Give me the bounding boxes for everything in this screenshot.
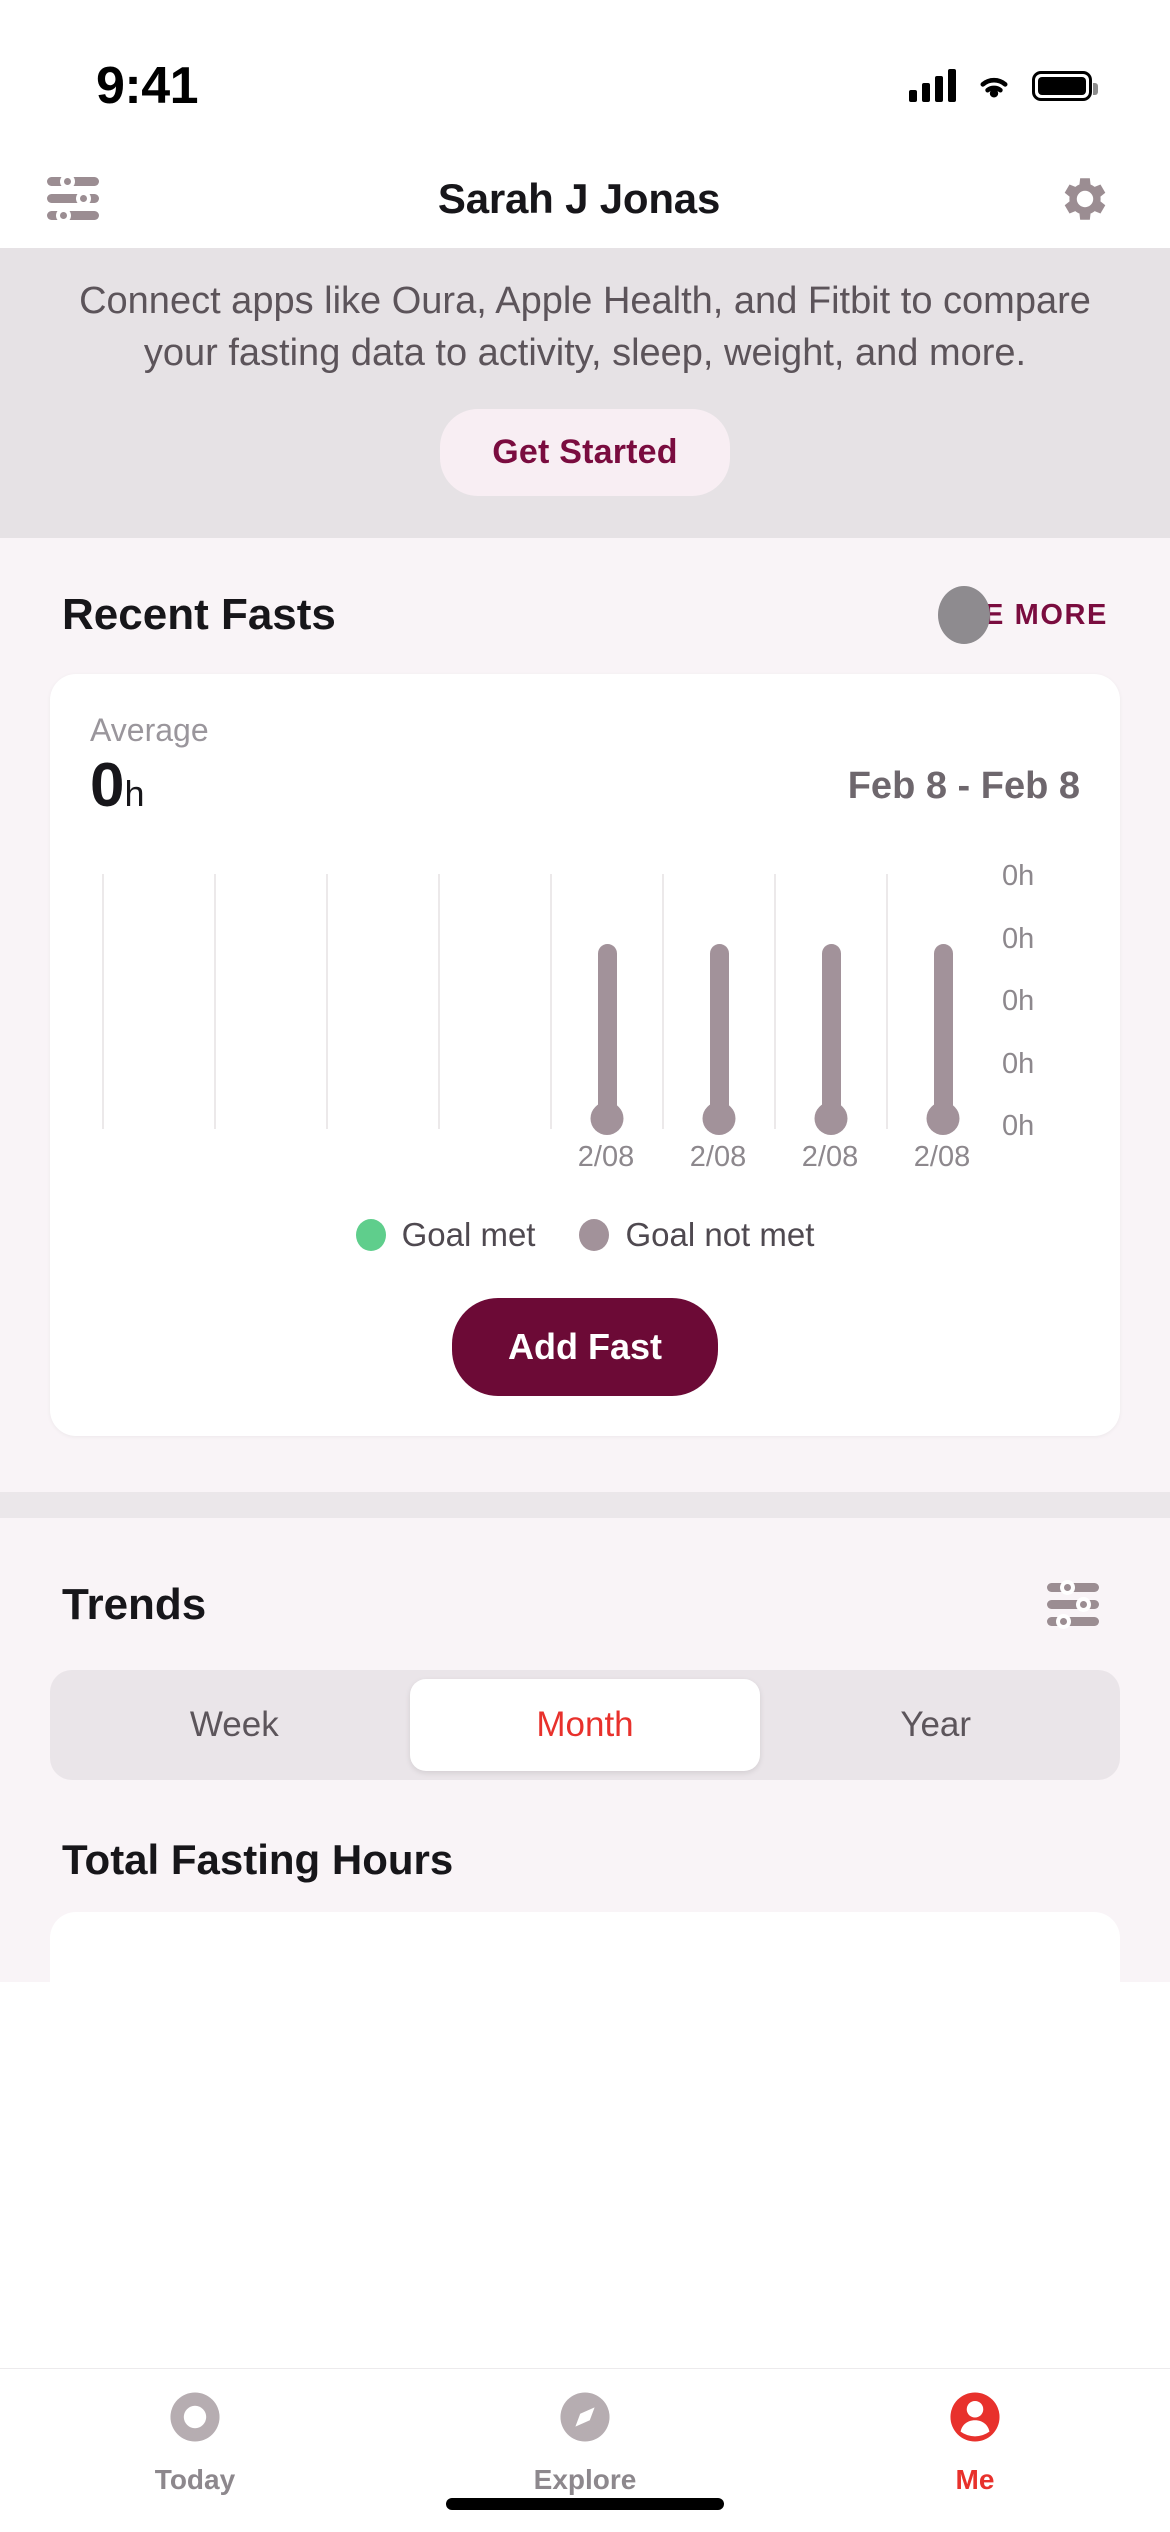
chart-bar-cap: [702, 1102, 736, 1136]
trends-filter-sliders-icon[interactable]: [1038, 1570, 1108, 1640]
trends-title: Trends: [62, 1580, 207, 1630]
chart-y-tick: 0h: [1002, 860, 1035, 893]
content-area: Recent Fasts SEE MORE Average 0h Feb 8 -…: [0, 538, 1170, 1983]
chart-x-tick: 2/08: [577, 1141, 635, 1174]
banner-description: Connect apps like Oura, Apple Health, an…: [79, 280, 1091, 374]
legend-dot-icon: [355, 1219, 386, 1252]
chart-y-tick: 0h: [1002, 1047, 1035, 1080]
legend-label: Goal met: [401, 1216, 536, 1254]
range-option-week[interactable]: Week: [59, 1679, 410, 1771]
chart-bar-cap: [926, 1102, 960, 1136]
chart-bar-cap: [590, 1102, 624, 1136]
legend-item: Goal not met: [579, 1216, 814, 1254]
chart-bar-cap: [814, 1102, 848, 1136]
status-bar-time: 9:41: [96, 57, 199, 115]
tab-label: Me: [955, 2464, 995, 2495]
chart-bar[interactable]: [814, 944, 848, 1136]
chart-x-tick: [438, 1141, 550, 1174]
total-fasting-hours-title: Total Fasting Hours: [62, 1836, 454, 1884]
tab-label: Today: [154, 2464, 236, 2495]
tab-me[interactable]: Me: [780, 2385, 1170, 2496]
chart-plot-area: [102, 874, 998, 1136]
recent-fasts-chart[interactable]: 0h 0h 0h 0h 0h: [102, 860, 1080, 1142]
chart-y-axis-labels: 0h 0h 0h 0h 0h: [1002, 860, 1080, 1143]
chart-slot[interactable]: [886, 874, 998, 1136]
recent-fasts-card: Average 0h Feb 8 - Feb 8 0h 0h 0h 0h 0h 2/08…: [50, 674, 1120, 1437]
section-divider: [0, 1492, 1170, 1519]
tab-explore[interactable]: Explore: [390, 2385, 780, 2496]
page-title: Sarah J Jonas: [437, 175, 721, 222]
chart-slot[interactable]: [326, 874, 438, 1130]
status-bar-indicators: [909, 69, 1098, 102]
legend-item: Goal met: [355, 1216, 536, 1254]
date-range-label: Feb 8 - Feb 8: [847, 765, 1080, 808]
average-number: 0: [90, 751, 125, 821]
chart-bar[interactable]: [702, 944, 736, 1136]
chart-x-tick: 2/08: [801, 1141, 859, 1174]
recent-fasts-title: Recent Fasts: [62, 590, 336, 640]
range-option-month[interactable]: Month: [409, 1679, 761, 1772]
chart-bar[interactable]: [590, 944, 624, 1136]
wifi-icon: [980, 77, 1008, 98]
trends-header: Trends: [0, 1518, 1170, 1640]
chart-slot[interactable]: [102, 874, 214, 1130]
average-unit: h: [124, 773, 145, 815]
see-more-container[interactable]: SEE MORE: [938, 586, 1108, 645]
recent-fasts-header: Recent Fasts SEE MORE: [0, 538, 1170, 645]
add-fast-button[interactable]: Add Fast: [451, 1298, 718, 1397]
card-summary: Average 0h Feb 8 - Feb 8: [90, 712, 1080, 818]
tab-today[interactable]: Today: [0, 2385, 390, 2496]
range-option-year[interactable]: Year: [760, 1679, 1111, 1771]
chart-y-tick: 0h: [1002, 985, 1035, 1018]
average-value: 0h: [90, 753, 209, 818]
chart-slot[interactable]: [214, 874, 326, 1130]
average-block: Average 0h: [90, 712, 209, 818]
chart-x-tick: 2/08: [913, 1141, 971, 1174]
chart-x-tick: [326, 1141, 438, 1174]
legend-label: Goal not met: [625, 1216, 815, 1254]
chart-y-tick: 0h: [1002, 922, 1035, 955]
legend-dot-icon: [579, 1219, 610, 1252]
sliders-icon[interactable]: [38, 164, 108, 234]
chart-legend: Goal met Goal not met: [90, 1216, 1080, 1254]
navigation-bar: Sarah J Jonas: [0, 150, 1170, 248]
battery-full-icon: [1032, 71, 1098, 101]
ring-icon: [163, 2385, 227, 2454]
chart-bar[interactable]: [926, 944, 960, 1136]
signal-bars-icon: [909, 69, 956, 102]
total-fasting-hours-card: [50, 1912, 1120, 1983]
average-label: Average: [90, 712, 209, 749]
add-fast-container: Add Fast: [90, 1298, 1080, 1397]
connect-apps-banner: Connect apps like Oura, Apple Health, an…: [0, 248, 1170, 539]
get-started-button[interactable]: Get Started: [440, 409, 730, 497]
spinner-dot-icon: [938, 586, 991, 645]
chart-x-tick: 2/08: [689, 1141, 747, 1174]
chart-slot[interactable]: [438, 874, 550, 1130]
chart-x-tick: [102, 1141, 214, 1174]
gear-icon[interactable]: [1050, 164, 1120, 234]
home-indicator: [446, 2498, 724, 2510]
chart-x-axis-labels: 2/08 2/08 2/08 2/08: [102, 1141, 1080, 1174]
chart-x-tick: [214, 1141, 326, 1174]
time-range-segmented-control[interactable]: Week Month Year: [50, 1670, 1120, 1781]
tab-label: Explore: [533, 2464, 637, 2495]
person-icon: [943, 2385, 1007, 2454]
chart-y-tick: 0h: [1002, 1110, 1035, 1143]
chart-slot[interactable]: [550, 874, 662, 1136]
trends-section: Trends Week Month Year Total Fasting Hours: [0, 1518, 1170, 1983]
status-bar: 9:41: [0, 0, 1170, 150]
chart-slot[interactable]: [774, 874, 886, 1136]
chart-slot[interactable]: [662, 874, 774, 1136]
compass-icon: [553, 2385, 617, 2454]
